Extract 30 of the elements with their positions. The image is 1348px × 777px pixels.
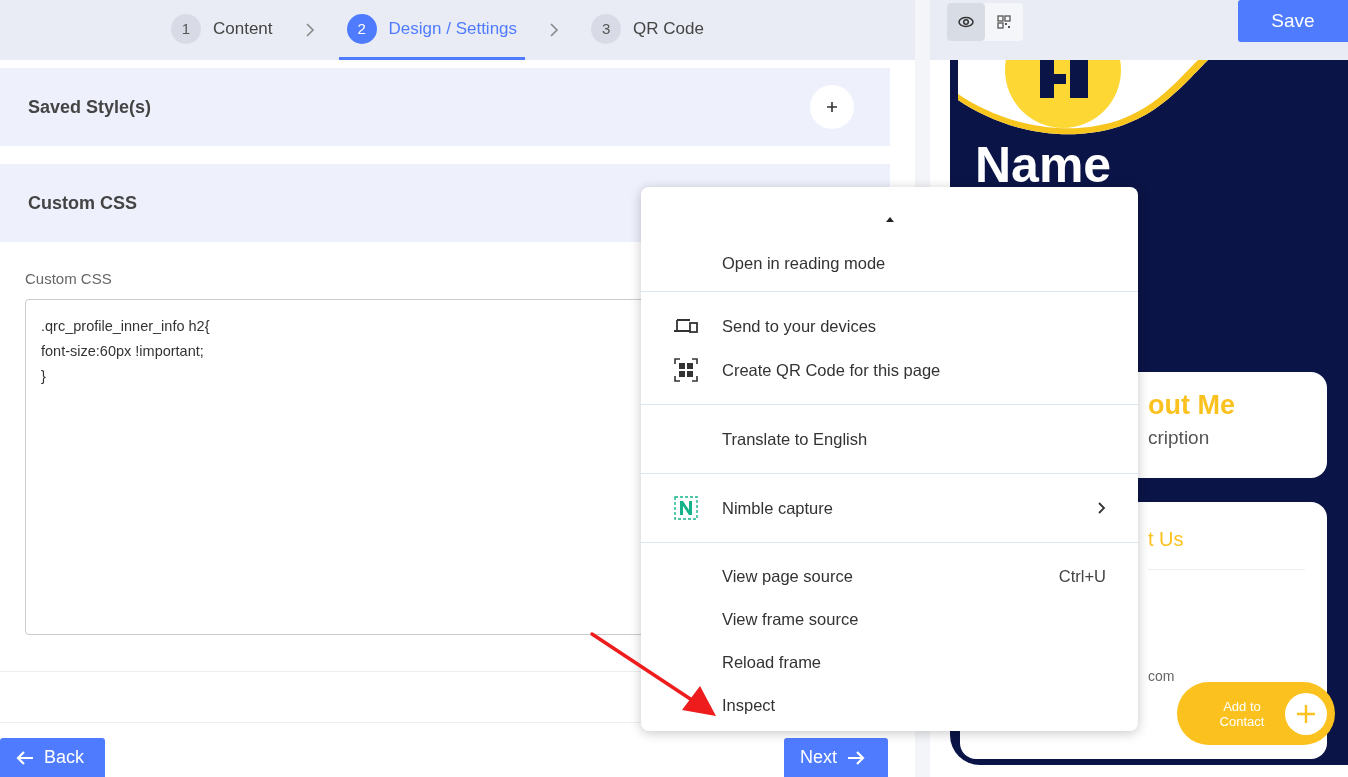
card-text: cription bbox=[1148, 427, 1211, 449]
nimble-icon bbox=[674, 496, 698, 520]
next-button[interactable]: Next bbox=[784, 738, 888, 777]
plus-icon bbox=[826, 101, 838, 113]
save-button[interactable]: Save bbox=[1238, 0, 1348, 42]
menu-item[interactable]: Reload frame bbox=[641, 641, 1138, 684]
menu-item[interactable]: Inspect bbox=[641, 684, 1138, 727]
card-title: t Us bbox=[1148, 528, 1185, 551]
arrow-left-icon bbox=[16, 750, 34, 765]
menu-item[interactable]: Open in reading mode bbox=[641, 241, 1138, 285]
card-text: com bbox=[1148, 668, 1176, 684]
scroll-up-icon[interactable] bbox=[885, 216, 894, 222]
eye-icon bbox=[958, 16, 974, 28]
step-tab[interactable]: 3 QR Code bbox=[583, 0, 712, 60]
back-button[interactable]: Back bbox=[0, 738, 105, 777]
card-title: out Me bbox=[1148, 390, 1236, 421]
shortcut-text: Ctrl+U bbox=[1058, 567, 1106, 586]
profile-name: Name bbox=[975, 136, 1112, 194]
qr-code-icon bbox=[997, 15, 1011, 29]
qr-code-icon bbox=[674, 358, 698, 382]
preview-toggle[interactable] bbox=[947, 3, 985, 41]
devices-icon bbox=[674, 318, 698, 334]
chevron-icon bbox=[549, 22, 560, 38]
arrow-right-icon bbox=[847, 750, 865, 765]
step-tab[interactable]: 2 Design / Settings bbox=[338, 0, 526, 60]
chevron-icon bbox=[304, 22, 315, 38]
section-header[interactable]: Saved Style(s) bbox=[0, 68, 890, 146]
field-label: Custom CSS bbox=[25, 270, 113, 287]
plus-icon bbox=[1296, 703, 1316, 724]
step-tab[interactable]: 1 Content bbox=[163, 0, 281, 60]
